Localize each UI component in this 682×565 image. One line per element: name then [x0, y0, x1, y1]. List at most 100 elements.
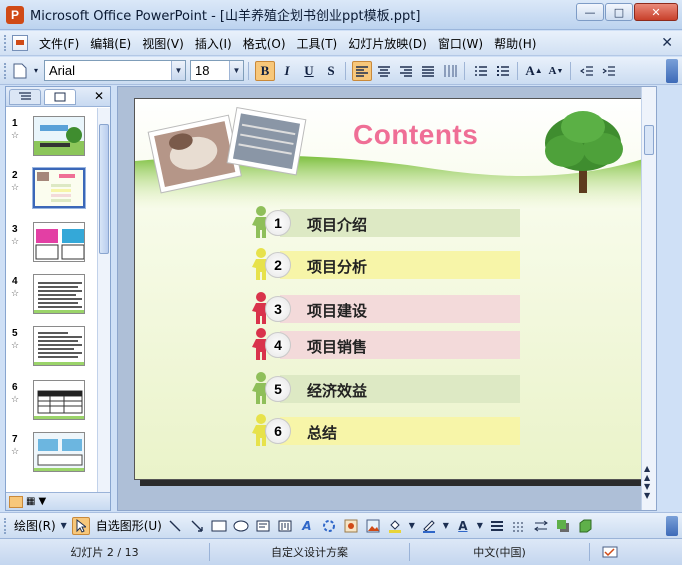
rectangle-icon[interactable] — [210, 517, 228, 535]
spellcheck-icon[interactable] — [590, 543, 630, 561]
arrow-icon[interactable] — [188, 517, 206, 535]
scrollbar-thumb[interactable] — [644, 125, 654, 155]
slide-thumbnail-selected[interactable] — [32, 167, 86, 209]
slideshow-icon[interactable]: ▼ — [38, 496, 46, 507]
slide-thumbnail-row[interactable]: 4 ☆ — [6, 272, 98, 322]
justify-icon[interactable] — [418, 61, 438, 81]
toolbar-options-icon[interactable] — [666, 516, 678, 536]
select-pointer-icon[interactable] — [71, 516, 90, 535]
line-style-icon[interactable] — [488, 517, 506, 535]
slide-thumbnail[interactable] — [33, 380, 85, 420]
toolbar-grip[interactable] — [4, 62, 8, 79]
underline-button[interactable]: U — [299, 61, 319, 81]
maximize-button[interactable]: □ — [605, 3, 633, 21]
autoshapes-button[interactable]: 自选图形(U) — [96, 517, 162, 534]
menu-help[interactable]: 帮助(H) — [494, 35, 536, 52]
slide-canvas[interactable]: Contents 1 项目介绍 2 项目分析 3 项目建设 4 项目销售 5 经济效益 6 总结 — [134, 98, 642, 480]
normal-view-icon[interactable] — [9, 495, 23, 508]
font-color-icon[interactable]: A — [454, 517, 472, 535]
bullet-list-icon[interactable] — [493, 61, 513, 81]
oval-icon[interactable] — [232, 517, 250, 535]
tab-slides[interactable] — [44, 88, 76, 105]
toolbar-grip[interactable] — [4, 517, 8, 534]
agenda-item[interactable]: 2 项目分析 — [135, 248, 641, 281]
slide-thumbnail[interactable] — [33, 274, 85, 314]
menu-tools[interactable]: 工具(T) — [297, 35, 338, 52]
chevron-down-icon[interactable]: ▼ — [229, 61, 243, 80]
clipart-icon[interactable] — [342, 517, 360, 535]
slide-thumbnail-row[interactable]: 2 ☆ — [6, 166, 98, 216]
line-color-icon[interactable] — [420, 517, 438, 535]
slide-sorter-icon[interactable]: ▦ — [26, 496, 35, 507]
agenda-item[interactable]: 1 项目介绍 — [135, 206, 641, 239]
slide-thumbnail-row[interactable]: 5 ☆ — [6, 324, 98, 374]
tab-outline[interactable] — [9, 88, 41, 105]
menu-insert[interactable]: 插入(I) — [195, 35, 232, 52]
menu-view[interactable]: 视图(V) — [142, 35, 184, 52]
slide-thumbnail[interactable] — [33, 432, 85, 472]
distributed-icon[interactable] — [440, 61, 460, 81]
chevron-down-icon[interactable]: ▼ — [476, 517, 484, 535]
editor-scrollbar[interactable]: ▲ ▲ ▼ ▼ — [641, 87, 656, 510]
menu-slideshow[interactable]: 幻灯片放映(D) — [348, 35, 427, 52]
increase-font-icon[interactable]: A ▲ — [524, 61, 544, 81]
toolbar-options-icon[interactable] — [666, 59, 678, 83]
menu-window[interactable]: 窗口(W) — [438, 35, 483, 52]
slide-thumbnail-row[interactable]: 1 ☆ — [6, 114, 98, 164]
powerpoint-app-icon[interactable]: P — [6, 5, 24, 24]
slide-thumbnail[interactable] — [33, 326, 85, 366]
chevron-down-icon[interactable]: ▼ — [171, 61, 185, 80]
chevron-down-icon[interactable]: ▼ — [442, 517, 450, 535]
vertical-textbox-icon[interactable] — [276, 517, 294, 535]
align-right-icon[interactable] — [396, 61, 416, 81]
scrollbar-thumb[interactable] — [99, 124, 109, 254]
agenda-item[interactable]: 6 总结 — [135, 414, 641, 447]
align-left-icon[interactable] — [352, 60, 372, 81]
italic-button[interactable]: I — [277, 61, 297, 81]
status-design-name[interactable]: 自定义设计方案 — [210, 543, 410, 561]
draw-menu-button[interactable]: 绘图(R) — [14, 517, 56, 534]
document-icon[interactable] — [12, 35, 28, 51]
minimize-button[interactable]: — — [576, 3, 604, 21]
chevron-down-icon[interactable]: ▼ — [60, 517, 68, 535]
slide-thumbnail-row[interactable]: 3 ☆ — [6, 220, 98, 270]
agenda-item[interactable]: 5 经济效益 — [135, 372, 641, 405]
menu-file[interactable]: 文件(F) — [39, 35, 79, 52]
new-document-icon[interactable] — [10, 61, 30, 81]
align-center-icon[interactable] — [374, 61, 394, 81]
decrease-indent-icon[interactable] — [577, 61, 597, 81]
close-button[interactable]: ✕ — [634, 3, 678, 21]
prev-next-slide-icon[interactable]: ▲ ▲ ▼ ▼ — [644, 464, 650, 500]
line-icon[interactable] — [166, 517, 184, 535]
shadow-style-icon[interactable] — [554, 517, 572, 535]
diagram-icon[interactable] — [320, 517, 338, 535]
decrease-font-icon[interactable]: A ▼ — [546, 61, 566, 81]
menu-edit[interactable]: 编辑(E) — [90, 35, 131, 52]
agenda-item[interactable]: 3 项目建设 — [135, 292, 641, 325]
menu-format[interactable]: 格式(O) — [243, 35, 286, 52]
font-name-select[interactable]: Arial ▼ — [44, 60, 186, 81]
numbered-list-icon[interactable] — [471, 61, 491, 81]
slide-thumbnail-row[interactable]: 6 ☆ — [6, 378, 98, 428]
slide-thumbnail[interactable] — [33, 116, 85, 156]
toolbar-grip[interactable] — [4, 35, 8, 51]
slide-title[interactable]: Contents — [353, 119, 478, 151]
wordart-icon[interactable]: A — [298, 517, 316, 535]
picture-icon[interactable] — [364, 517, 382, 535]
textbox-icon[interactable] — [254, 517, 272, 535]
slide-thumbnail-row[interactable]: 7 ☆ — [6, 430, 98, 480]
fill-color-icon[interactable] — [386, 517, 404, 535]
slide-thumbnail[interactable] — [33, 222, 85, 262]
agenda-item[interactable]: 4 项目销售 — [135, 328, 641, 361]
chevron-down-icon[interactable]: ▼ — [408, 517, 416, 535]
bold-button[interactable]: B — [255, 60, 275, 81]
font-size-select[interactable]: 18 ▼ — [190, 60, 244, 81]
dash-style-icon[interactable] — [510, 517, 528, 535]
arrow-style-icon[interactable] — [532, 517, 550, 535]
close-icon[interactable]: ✕ — [94, 89, 104, 103]
shadow-button[interactable]: S — [321, 61, 341, 81]
document-close-icon[interactable]: ✕ — [661, 35, 673, 51]
dropdown-arrow-icon[interactable]: ▾ — [32, 61, 40, 81]
increase-indent-icon[interactable] — [599, 61, 619, 81]
panel-scrollbar[interactable] — [97, 108, 110, 493]
